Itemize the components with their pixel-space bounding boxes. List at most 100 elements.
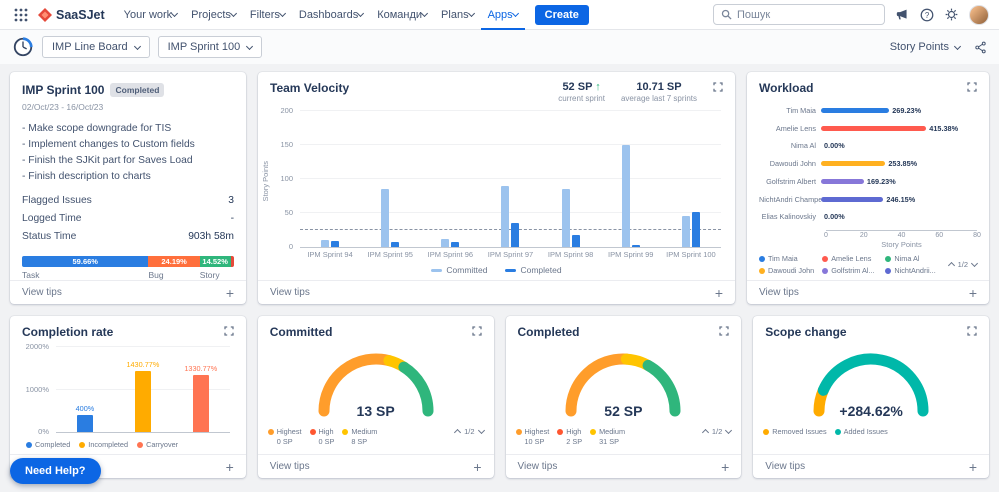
expand-icon[interactable] bbox=[967, 326, 977, 336]
dashboard-grid: IMP Sprint 100 Completed 02/Oct/23 - 16/O… bbox=[0, 64, 999, 486]
workload-bar[interactable] bbox=[821, 125, 927, 131]
completion-bar[interactable] bbox=[76, 415, 93, 432]
nav-item-dashboards[interactable]: Dashboards bbox=[292, 0, 370, 30]
legend-item[interactable]: Carryover bbox=[137, 440, 178, 449]
scope-change-card-title: Scope change bbox=[765, 325, 847, 339]
svg-text:?: ? bbox=[925, 10, 930, 19]
user-avatar[interactable] bbox=[969, 4, 989, 25]
velocity-bar-completed[interactable] bbox=[571, 234, 580, 247]
chevron-down-icon[interactable] bbox=[171, 9, 179, 18]
velocity-bar-committed[interactable] bbox=[381, 189, 390, 247]
velocity-bar-committed[interactable] bbox=[501, 185, 510, 247]
velocity-bar-completed[interactable] bbox=[451, 241, 460, 247]
expand-icon[interactable] bbox=[713, 82, 723, 92]
completion-bar[interactable] bbox=[192, 375, 209, 432]
legend-item[interactable]: NichtAndrii... bbox=[885, 266, 944, 275]
bar-value-label: 1430.77% bbox=[126, 360, 160, 370]
toolbar-right-cluster: Story Points bbox=[890, 41, 987, 54]
workload-bar[interactable] bbox=[821, 107, 890, 113]
view-tips-link[interactable]: View tips bbox=[765, 461, 805, 472]
velocity-bar-completed[interactable] bbox=[691, 211, 700, 247]
nav-item-plans[interactable]: Plans bbox=[434, 0, 481, 30]
chevron-down-icon[interactable] bbox=[421, 9, 429, 18]
app-switcher-icon[interactable] bbox=[10, 4, 32, 26]
legend-item[interactable]: Medium 8 SP bbox=[342, 427, 377, 446]
completion-bar[interactable] bbox=[134, 371, 151, 432]
expand-icon[interactable] bbox=[471, 326, 482, 336]
legend-item[interactable]: Nima Al bbox=[885, 254, 944, 263]
legend-item[interactable]: Dawoudi John bbox=[759, 266, 818, 275]
view-tips-link[interactable]: View tips bbox=[270, 461, 310, 472]
chevron-up-icon[interactable] bbox=[701, 428, 709, 437]
legend-item[interactable]: Highest 0 SP bbox=[267, 427, 302, 446]
velocity-bar-committed[interactable] bbox=[321, 240, 330, 247]
legend-dot bbox=[834, 428, 841, 435]
announcement-icon[interactable] bbox=[896, 8, 909, 21]
velocity-bar-committed[interactable] bbox=[681, 216, 690, 247]
settings-gear-icon[interactable] bbox=[945, 8, 958, 21]
velocity-bar-committed[interactable] bbox=[621, 145, 630, 247]
chevron-down-icon[interactable] bbox=[357, 9, 365, 18]
add-icon[interactable]: + bbox=[715, 286, 723, 300]
search-input[interactable] bbox=[737, 8, 877, 21]
legend-item[interactable]: Tim Maia bbox=[759, 254, 818, 263]
chevron-down-icon[interactable] bbox=[477, 426, 485, 435]
brand-logo[interactable]: SaaSJet bbox=[38, 7, 105, 22]
chevron-up-icon[interactable] bbox=[454, 428, 462, 437]
view-tips-link[interactable]: View tips bbox=[270, 287, 310, 298]
add-icon[interactable]: + bbox=[226, 286, 234, 300]
velocity-bar-completed[interactable] bbox=[391, 241, 400, 247]
current-sprint-stat: 52 SP ↑ current sprint bbox=[558, 81, 605, 103]
legend-item[interactable]: Highest 10 SP bbox=[515, 427, 549, 446]
velocity-bar-completed[interactable] bbox=[511, 223, 520, 247]
legend-label: Completed bbox=[520, 265, 562, 275]
nav-item-команди[interactable]: Команди bbox=[370, 0, 434, 30]
view-tips-link[interactable]: View tips bbox=[22, 287, 62, 298]
add-icon[interactable]: + bbox=[969, 460, 977, 474]
chevron-down-icon[interactable] bbox=[970, 259, 979, 268]
legend-item[interactable]: Added Issues bbox=[834, 427, 888, 436]
add-icon[interactable]: + bbox=[226, 460, 234, 474]
legend-item[interactable]: Amelie Lens bbox=[822, 254, 881, 263]
nav-item-your-work[interactable]: Your work bbox=[117, 0, 185, 30]
search-box[interactable] bbox=[713, 4, 885, 25]
board-select[interactable]: IMP Line Board bbox=[42, 36, 150, 58]
need-help-button[interactable]: Need Help? bbox=[10, 458, 101, 484]
legend-item[interactable]: Committed bbox=[431, 265, 487, 275]
legend-item[interactable]: Removed Issues bbox=[763, 427, 827, 436]
sprint-select[interactable]: IMP Sprint 100 bbox=[157, 36, 263, 58]
nav-item-filters[interactable]: Filters bbox=[243, 0, 292, 30]
legend-item[interactable]: Medium 31 SP bbox=[590, 427, 625, 446]
nav-item-projects[interactable]: Projects bbox=[184, 0, 243, 30]
legend-item[interactable]: Completed bbox=[505, 265, 562, 275]
legend-item[interactable]: Incompleted bbox=[79, 440, 128, 449]
expand-icon[interactable] bbox=[224, 326, 234, 336]
workload-track: 0.00% bbox=[821, 210, 977, 223]
add-icon[interactable]: + bbox=[969, 286, 977, 300]
chevron-up-icon[interactable] bbox=[947, 261, 955, 270]
metric-select[interactable]: Story Points bbox=[890, 41, 962, 53]
chevron-down-icon[interactable] bbox=[725, 426, 733, 435]
legend-item[interactable]: Golfstrim Al... bbox=[822, 266, 881, 275]
workload-bar[interactable] bbox=[821, 196, 884, 202]
velocity-bar-committed[interactable] bbox=[441, 238, 450, 247]
velocity-bar-completed[interactable] bbox=[631, 244, 640, 247]
nav-item-apps[interactable]: Apps bbox=[481, 0, 525, 30]
share-icon[interactable] bbox=[974, 41, 987, 54]
legend-item[interactable]: Completed bbox=[26, 440, 70, 449]
view-tips-link[interactable]: View tips bbox=[759, 287, 799, 298]
add-icon[interactable]: + bbox=[721, 460, 729, 474]
velocity-bar-completed[interactable] bbox=[331, 240, 340, 247]
workload-bar[interactable] bbox=[821, 161, 886, 166]
expand-icon[interactable] bbox=[967, 82, 977, 92]
workload-bar[interactable] bbox=[821, 178, 864, 184]
velocity-bar-committed[interactable] bbox=[561, 189, 570, 247]
view-tips-link[interactable]: View tips bbox=[518, 461, 558, 472]
legend-value: 2 SP bbox=[566, 437, 583, 446]
help-icon[interactable]: ? bbox=[920, 8, 934, 22]
add-icon[interactable]: + bbox=[473, 460, 481, 474]
create-button[interactable]: Create bbox=[534, 4, 589, 25]
expand-icon[interactable] bbox=[719, 326, 729, 336]
legend-item[interactable]: High 0 SP bbox=[309, 427, 334, 446]
legend-item[interactable]: High 2 SP bbox=[557, 427, 582, 446]
